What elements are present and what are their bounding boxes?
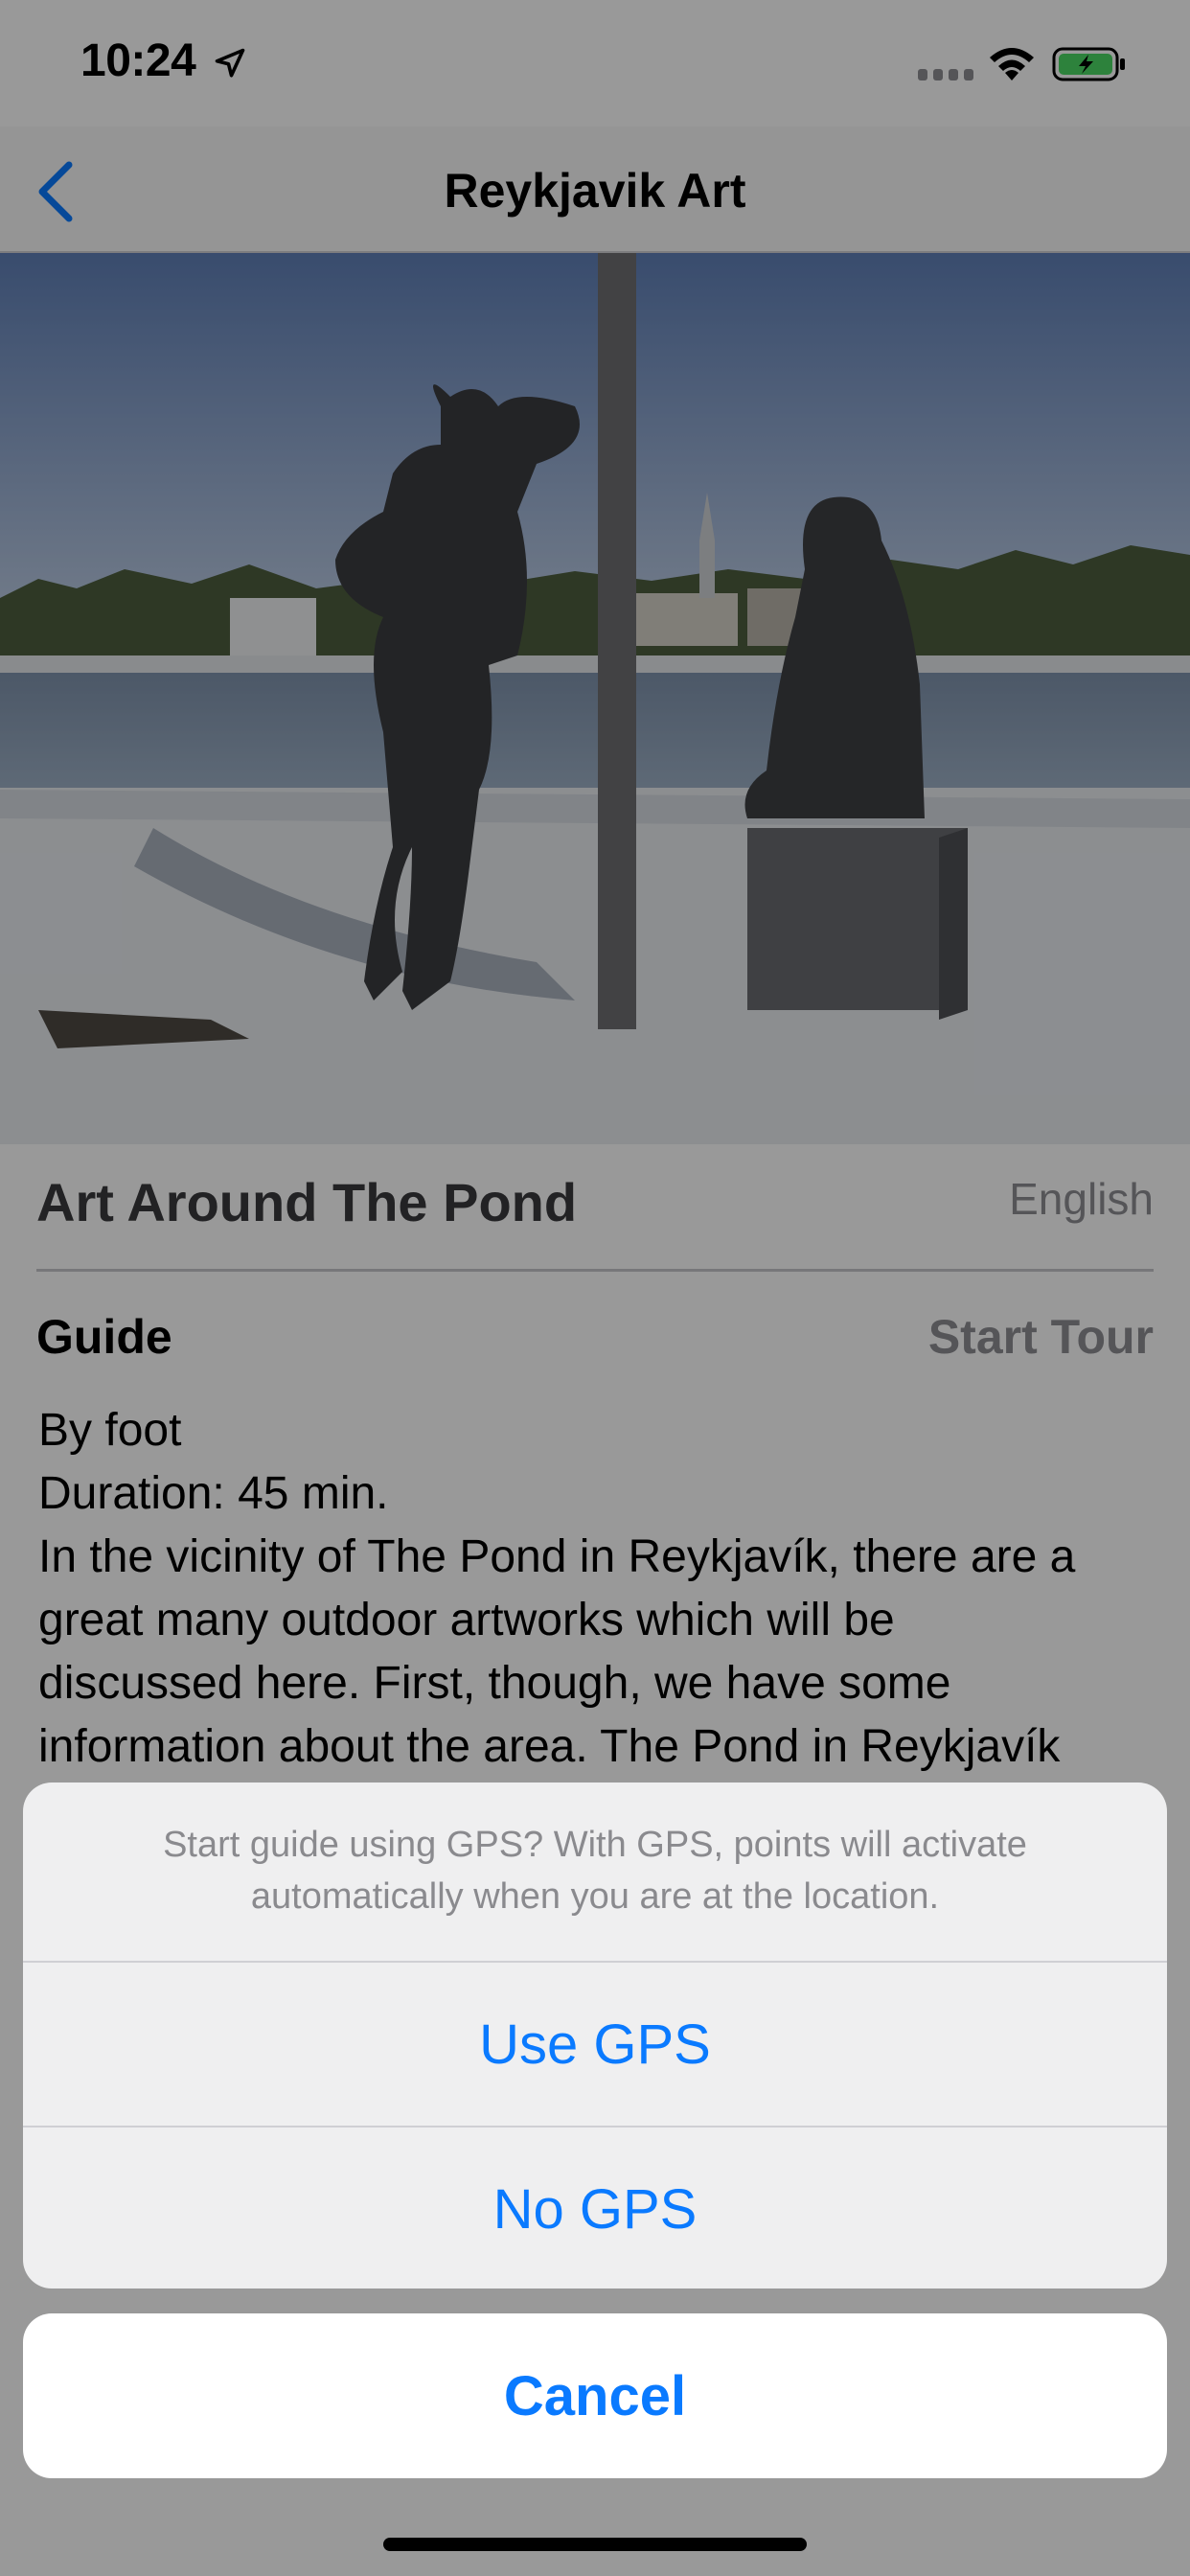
screen: 10:24 Reykjavik Art Art Around The Pond …: [0, 0, 1190, 2576]
home-indicator[interactable]: [383, 2538, 807, 2551]
no-gps-button[interactable]: No GPS: [23, 2128, 1167, 2288]
action-sheet-message: Start guide using GPS? With GPS, points …: [163, 1825, 1027, 1917]
use-gps-button[interactable]: Use GPS: [23, 1963, 1167, 2126]
cancel-button[interactable]: Cancel: [23, 2313, 1167, 2478]
gps-action-sheet: Start guide using GPS? With GPS, points …: [23, 1782, 1167, 2288]
